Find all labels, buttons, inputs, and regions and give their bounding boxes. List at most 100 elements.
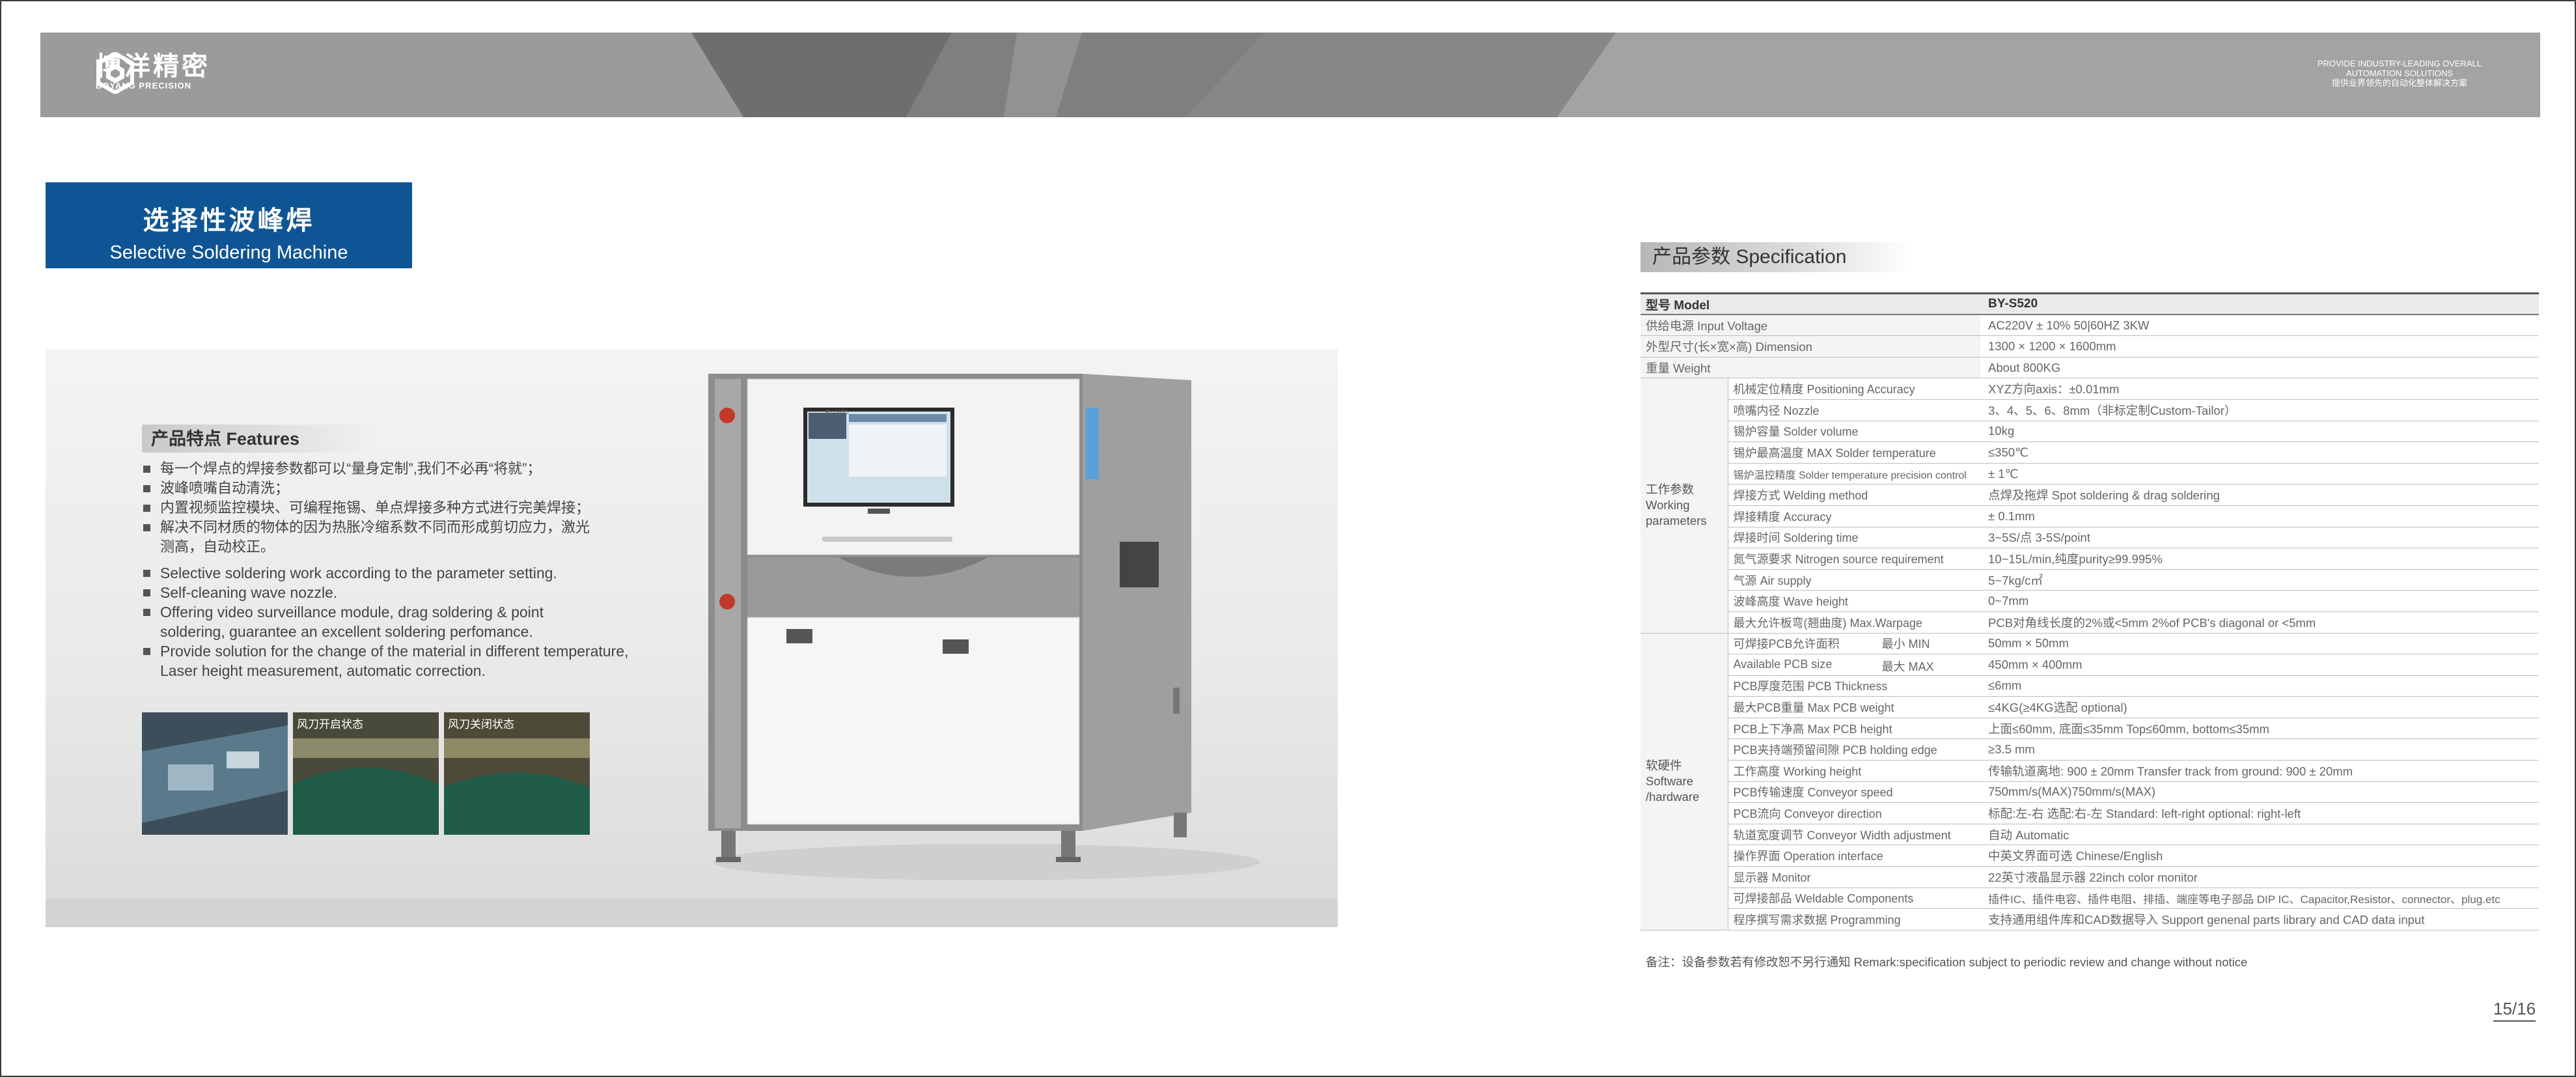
feature-cn-item: 波峰喷嘴自动清洗； [142, 479, 676, 498]
spec-value: ≤4KG(≥4KG选配 optional) [1980, 696, 2539, 718]
spec-value: 3~5S/点 3-5S/point [1980, 527, 2539, 549]
spec-pcb-size-label: Available PCB size 最大 MAX [1728, 654, 1980, 676]
spec-group-hardware: 软硬件 Software /hardware [1641, 633, 1728, 930]
brand-slogan: PROVIDE INDUSTRY-LEADING OVERALL AUTOMAT… [2318, 59, 2482, 88]
boyang-logo-icon [96, 52, 134, 94]
spec-label: 重量 Weight [1641, 357, 1980, 379]
brand-logo: 博洋精密 BOYANG PRECISION [96, 52, 210, 94]
feature-en-item: Offering video surveillance module, drag… [142, 602, 591, 641]
feature-thumbnails: 风刀开启状态 风刀关闭状态 [142, 712, 590, 835]
spec-label: PCB夹持端预留间隙 PCB holding edge [1728, 738, 1980, 761]
product-title-cn: 选择性波峰焊 [143, 206, 315, 236]
spec-value: ± 0.1mm [1980, 505, 2539, 527]
slogan-en-line-2: AUTOMATION SOLUTIONS [2346, 68, 2454, 78]
spec-value: ≤6mm [1980, 675, 2539, 697]
spec-value: 0~7mm [1980, 590, 2539, 612]
spec-row: 程序撰写需求数据 Programming 支持通用组件库和CAD数据导入 Supp… [1641, 908, 2539, 930]
spec-value: ± 1℃ [1980, 463, 2539, 485]
spec-label: 最大允许板弯(翘曲度) Max.Warpage [1728, 611, 1980, 634]
spec-value: AC220V ± 10% 50|60HZ 3KW [1980, 315, 2539, 337]
thumbnail-caption: 风刀关闭状态 [448, 718, 514, 731]
slogan-en-line-1: PROVIDE INDUSTRY-LEADING OVERALL [2317, 59, 2482, 68]
features-section: 产品特点 Features 每一个焊点的焊接参数都可以“量身定制”,我们不必再“… [142, 425, 676, 680]
spec-row: PCB厚度范围 PCB Thickness ≤6mm [1641, 675, 2539, 697]
spec-label: PCB传输速度 Conveyor speed [1728, 781, 1980, 804]
spec-value: About 800KG [1980, 357, 2539, 379]
spec-row: 工作高度 Working height 传输轨道离地: 900 ± 20mm Tr… [1641, 760, 2539, 782]
spec-value: 自动 Automatic [1980, 824, 2539, 846]
spec-row: 锡炉容量 Solder volume 10kg [1641, 421, 2539, 443]
pcb-image [142, 712, 288, 835]
spec-value: PCB对角线长度的2%或<5mm 2%of PCB's diagonal or … [1980, 611, 2539, 634]
spec-value: 50mm × 50mm [1980, 633, 2539, 655]
spec-row: PCB夹持端预留间隙 PCB holding edge ≥3.5 mm [1641, 738, 2539, 761]
spec-row: 喷嘴内径 Nozzle 3、4、5、6、8mm（非标定制Custom-Tailor… [1641, 399, 2539, 421]
spec-row: 波峰高度 Wave height 0~7mm [1641, 590, 2539, 612]
spec-value: 标配:左-右 选配:右-左 Standard: left-right optio… [1980, 802, 2539, 824]
thumbnail-air-knife-on: 风刀开启状态 [293, 712, 439, 835]
spec-label: 机械定位精度 Positioning Accuracy [1728, 378, 1980, 400]
pcb-min-label: 最小 MIN [1881, 637, 1930, 651]
spec-label: 锡炉温控精度 Solder temperature precision cont… [1728, 463, 1980, 485]
feature-cn-item: 解决不同材质的物体的因为热胀冷缩系数不同而形成剪切应力，激光测高，自动校正。 [142, 518, 598, 557]
spec-row: 工作参数 Working parameters 机械定位精度 Positioni… [1641, 378, 2539, 634]
feature-en-item: Selective soldering work according to th… [142, 563, 676, 583]
spec-table: 型号 Model BY-S520 供给电源 Input Voltage AC22… [1641, 292, 2539, 930]
spec-value: ≥3.5 mm [1980, 738, 2539, 761]
spec-row: 焊接精度 Accuracy ± 0.1mm [1641, 505, 2539, 527]
spec-label: 焊接时间 Soldering time [1728, 527, 1980, 549]
feature-en-item: Provide solution for the change of the m… [142, 641, 656, 680]
spec-row: 氮气源要求 Nitrogen source requirement 10~15L/… [1641, 548, 2539, 570]
pcb-max-label: 最大 MAX [1881, 660, 1934, 674]
feature-cn-item: 内置视频监控模块、可编程拖锡、单点焊接多种方式进行完美焊接； [142, 498, 676, 518]
spec-label: 波峰高度 Wave height [1728, 590, 1980, 612]
spec-model-row: 型号 Model BY-S520 [1641, 292, 2539, 316]
spec-value: 上面≤60mm, 底面≤35mm Top≤60mm, bottom≤35mm [1980, 718, 2539, 740]
spec-label: 型号 Model [1641, 292, 1980, 316]
page-number: 15/16 [2493, 999, 2536, 1022]
spec-label: 氮气源要求 Nitrogen source requirement [1728, 548, 1980, 570]
spec-label: 焊接精度 Accuracy [1728, 505, 1980, 527]
machine-badge: BY-S520 [825, 409, 849, 415]
spec-row: 操作界面 Operation interface 中英文界面可选 Chinese/… [1641, 845, 2539, 867]
thumbnail-caption: 风刀开启状态 [297, 718, 363, 731]
spec-value: ≤350℃ [1980, 441, 2539, 464]
spec-value: XYZ方向axis：±0.01mm [1980, 378, 2539, 400]
spec-value: 点焊及拖焊 Spot soldering & drag soldering [1980, 484, 2539, 506]
spec-label: 最大PCB重量 Max PCB weight [1728, 696, 1980, 718]
spec-value: 1300 × 1200 × 1600mm [1980, 335, 2539, 357]
thumbnail-air-knife-off: 风刀关闭状态 [444, 712, 590, 835]
spec-value: 5~7kg/c㎡ [1980, 569, 2539, 591]
spec-value: 450mm × 400mm [1980, 654, 2539, 676]
spec-value: 10kg [1980, 421, 2539, 443]
spec-label: 焊接方式 Welding method [1728, 484, 1980, 506]
banner-decoration [691, 33, 2540, 117]
spec-label: 锡炉最高温度 MAX Solder temperature [1728, 441, 1980, 464]
header-banner: 博洋精密 BOYANG PRECISION PROVIDE INDUSTRY-L… [40, 33, 2540, 117]
spec-row: PCB传输速度 Conveyor speed 750mm/s(MAX)750mm/… [1641, 781, 2539, 804]
features-heading: 产品特点 Features [142, 425, 376, 453]
spec-value: 中英文界面可选 Chinese/English [1980, 845, 2539, 867]
spec-label: 程序撰写需求数据 Programming [1728, 908, 1980, 930]
thumbnail-pcb-photo [142, 712, 288, 835]
product-title-en: Selective Soldering Machine [109, 242, 348, 263]
spec-row: 软硬件 Software /hardware 可焊接PCB允许面积 最小 MIN… [1641, 633, 2539, 930]
spec-label: 轨道宽度调节 Conveyor Width adjustment [1728, 824, 1980, 846]
spec-row: PCB上下净高 Max PCB height 上面≤60mm, 底面≤35mm T… [1641, 718, 2539, 740]
pcb-size-label-cn: 可焊接PCB允许面积 [1733, 637, 1840, 651]
spec-heading: 产品参数 Specification [1641, 242, 1914, 272]
spec-label: 显示器 Monitor [1728, 866, 1980, 888]
spec-label: 可焊接部品 Weldable Components [1728, 888, 1980, 910]
spec-value: 10~15L/min,纯度purity≥99.995% [1980, 548, 2539, 570]
spec-label: 工作高度 Working height [1728, 760, 1980, 782]
slogan-cn: 提供业界领先的自动化整体解决方案 [2331, 78, 2467, 88]
spec-label: PCB流向 Conveyor direction [1728, 802, 1980, 824]
feature-en-item: Self-cleaning wave nozzle. [142, 583, 676, 602]
spec-row: Available PCB size 最大 MAX 450mm × 400mm [1641, 654, 2539, 676]
features-list-en: Selective soldering work according to th… [142, 563, 676, 680]
spec-label: PCB厚度范围 PCB Thickness [1728, 675, 1980, 697]
spec-row: 锡炉温控精度 Solder temperature precision cont… [1641, 463, 2539, 485]
spec-row: 焊接时间 Soldering time 3~5S/点 3-5S/point [1641, 527, 2539, 549]
spec-row: 重量 Weight About 800KG [1641, 357, 2539, 379]
spec-value: BY-S520 [1980, 292, 2539, 316]
